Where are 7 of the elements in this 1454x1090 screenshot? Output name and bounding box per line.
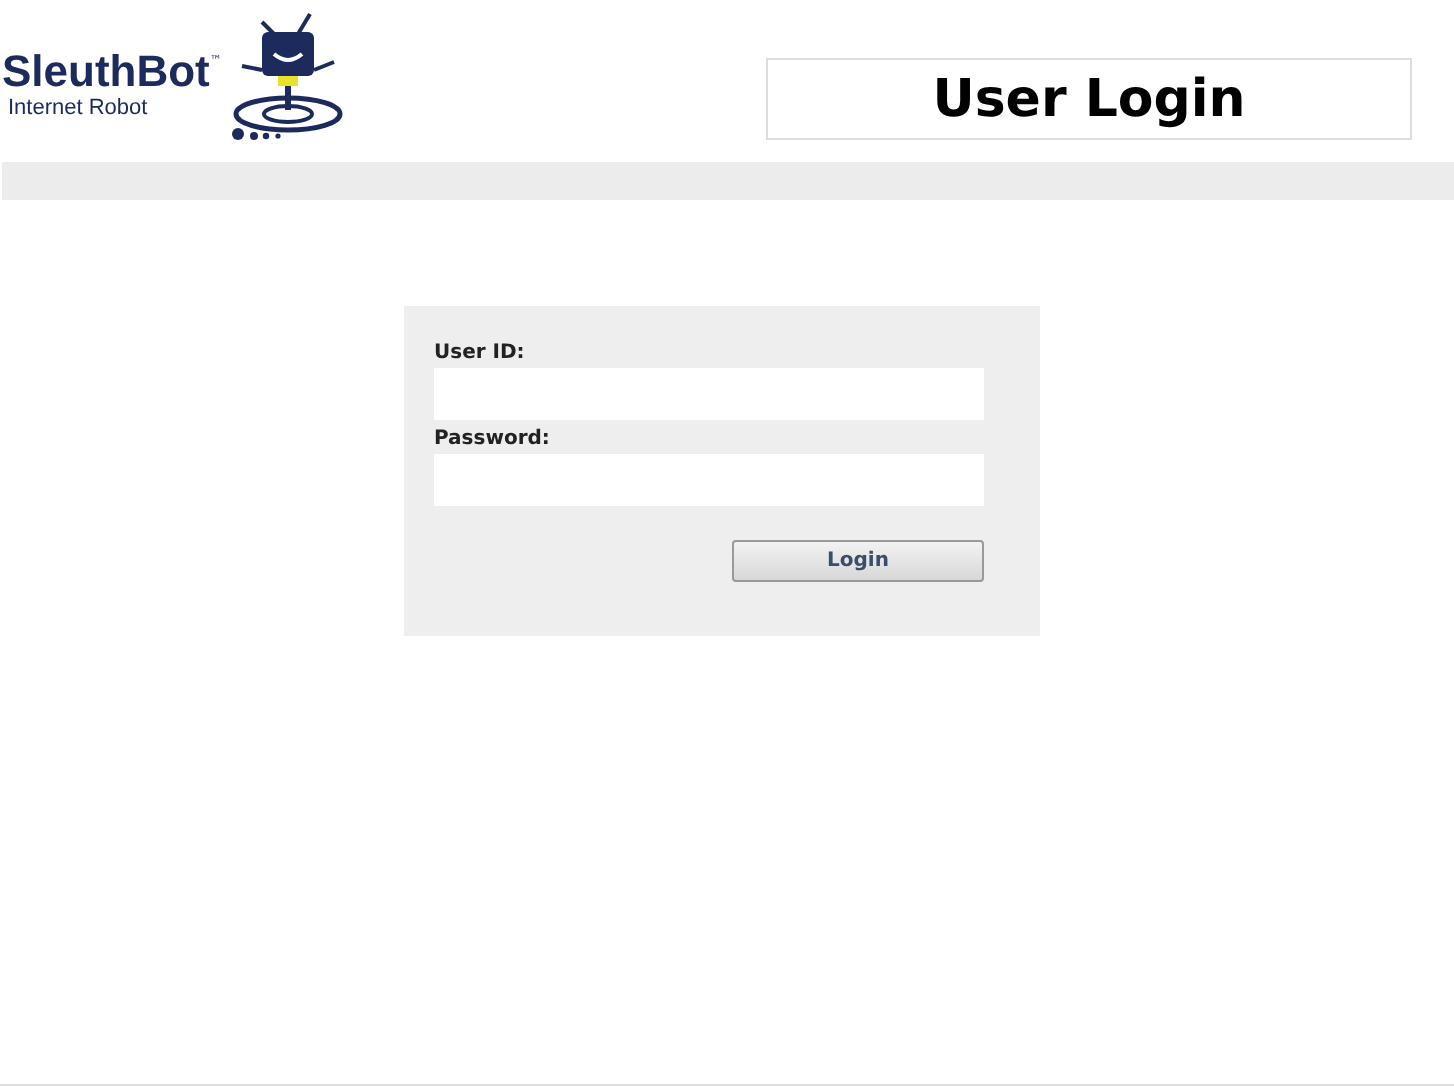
field-label: Password:: [434, 428, 552, 450]
page-title: User Login: [932, 69, 1246, 129]
logo-tagline: Internet Robot: [6, 94, 148, 122]
robot-drawing: [226, 10, 346, 142]
logo-name: SleuthBot: [2, 50, 210, 94]
login-button[interactable]: Login: [732, 540, 984, 582]
field-label: User ID:: [434, 342, 527, 364]
